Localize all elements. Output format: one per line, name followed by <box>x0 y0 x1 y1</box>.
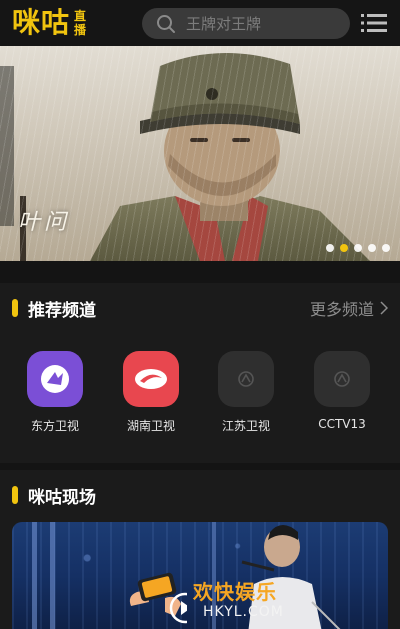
menu-button[interactable] <box>359 10 389 36</box>
poster-calligraphy: 叶问 <box>18 210 71 235</box>
more-channels-label: 更多频道 <box>309 300 374 319</box>
top-header: 咪咕 直 播 <box>0 0 400 46</box>
phone-hand-icon <box>129 572 187 624</box>
channel-item[interactable]: CCTV13 <box>302 351 382 431</box>
cctv13-icon <box>314 351 370 407</box>
watermark-url: HKYL.COM <box>203 604 284 620</box>
channel-label: 江苏卫视 <box>221 419 270 433</box>
chevron-right-icon <box>380 301 388 315</box>
channel-list: 东方卫视 湖南卫视 江苏卫视 CCTV13 <box>0 351 400 434</box>
channel-item[interactable]: 东方卫视 <box>15 351 95 434</box>
logo-sub-line-2: 播 <box>74 23 87 37</box>
section-header: 推荐频道 更多频道 <box>0 283 400 333</box>
jiangsu-tv-icon <box>218 351 274 407</box>
watermark-text: 欢快娱乐 <box>193 580 277 604</box>
carousel-dot[interactable] <box>368 244 376 252</box>
carousel-dot-active[interactable] <box>340 244 348 252</box>
search-icon <box>157 14 175 33</box>
section-title: 推荐频道 <box>28 300 96 321</box>
hunan-tv-icon <box>123 351 179 407</box>
channel-label: 湖南卫视 <box>126 419 175 433</box>
hero-banner[interactable]: 叶问 <box>0 46 400 261</box>
channel-label: CCTV13 <box>318 417 366 431</box>
section-accent-bar <box>12 299 18 317</box>
logo-subtitle: 直 播 <box>74 9 86 37</box>
search-input[interactable] <box>186 14 326 33</box>
dragon-tv-icon <box>27 351 83 407</box>
section-title: 咪咕现场 <box>28 487 96 508</box>
app-root: 咪咕 直 播 王牌对王牌 叶问 推荐频道 更多频道 东方卫视 湖南卫视 江苏卫视… <box>0 0 400 629</box>
migu-logo[interactable]: 咪咕 直 播 <box>12 6 86 40</box>
logo-text: 咪咕 <box>12 6 71 39</box>
channel-label: 东方卫视 <box>30 419 79 433</box>
section-accent-bar <box>12 486 18 504</box>
carousel-indicator <box>326 244 390 252</box>
search-bar[interactable] <box>142 8 350 39</box>
watermark-overlay: 欢快娱乐 HKYL.COM <box>125 568 295 628</box>
carousel-dot[interactable] <box>382 244 390 252</box>
channel-item[interactable]: 江苏卫视 <box>206 351 286 434</box>
logo-sub-line-1: 直 <box>74 9 87 23</box>
carousel-dot[interactable] <box>326 244 334 252</box>
list-menu-icon <box>361 14 387 32</box>
section-header: 咪咕现场 <box>0 470 400 520</box>
more-channels-link[interactable]: 更多频道 <box>310 296 388 320</box>
carousel-dot[interactable] <box>354 244 362 252</box>
recommended-channels-section: 推荐频道 更多频道 东方卫视 湖南卫视 江苏卫视 CCTV13 <box>0 283 400 463</box>
channel-item[interactable]: 湖南卫视 <box>111 351 191 434</box>
